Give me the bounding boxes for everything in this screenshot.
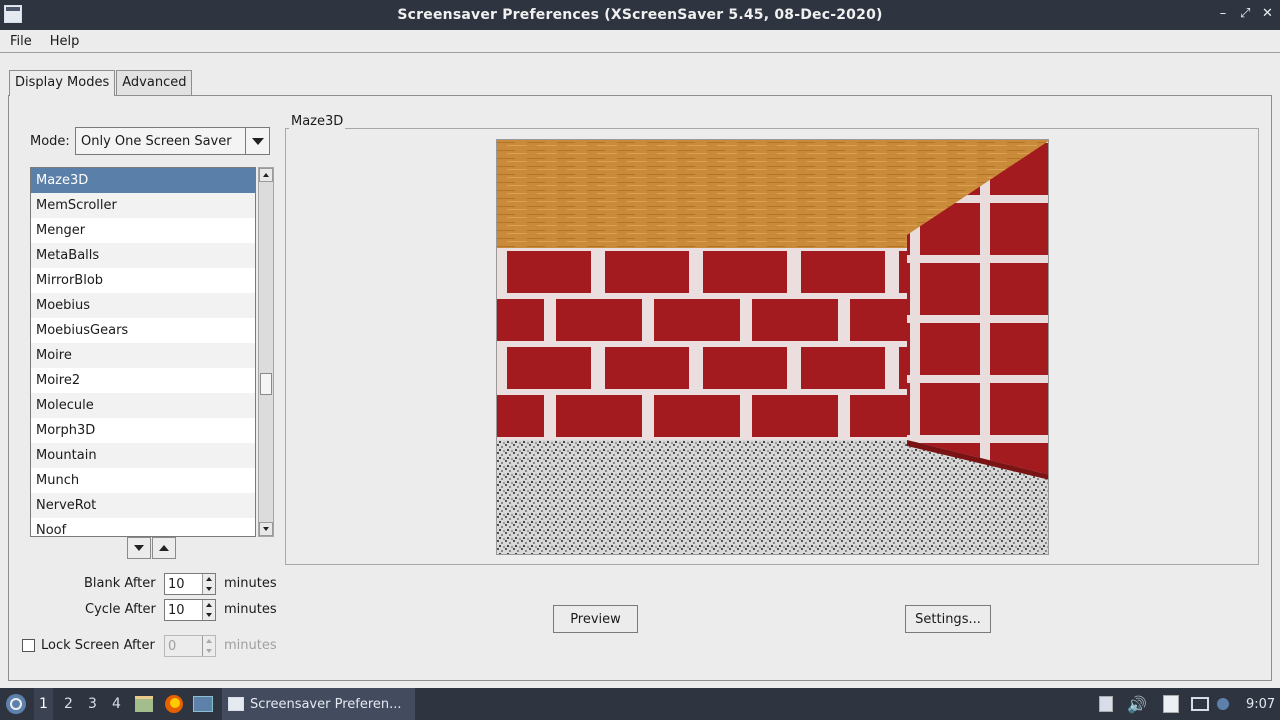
preview-button[interactable]: Preview (553, 605, 638, 633)
preview-frame-title: Maze3D (289, 114, 346, 129)
screensaver-list[interactable]: Maze3D MemScroller Menger MetaBalls MirrorBl… (30, 167, 256, 537)
decrement-icon[interactable] (203, 584, 215, 594)
taskbar-task-screensaver[interactable]: Screensaver Preferen... (222, 688, 415, 720)
decrement-icon[interactable] (203, 610, 215, 620)
previous-saver-button[interactable] (152, 537, 176, 559)
list-item[interactable]: Mountain (31, 443, 255, 468)
list-scrollbar[interactable] (258, 167, 274, 537)
list-item[interactable]: Munch (31, 468, 255, 493)
increment-icon (203, 636, 215, 646)
window-titlebar: Screensaver Preferences (XScreenSaver 5.… (0, 0, 1280, 30)
mode-label: Mode: (30, 134, 70, 149)
task-label: Screensaver Preferen... (250, 696, 402, 712)
blank-after-value[interactable]: 10 (168, 577, 185, 592)
network-icon[interactable] (1191, 688, 1209, 720)
menu-file[interactable]: File (10, 34, 32, 49)
workspace-1[interactable]: 1 (34, 688, 53, 720)
window-title: Screensaver Preferences (XScreenSaver 5.… (397, 7, 883, 23)
eject-icon[interactable] (1099, 688, 1113, 720)
taskbar: 1 2 3 4 Screensaver Preferen... 🔊 9:07 (0, 688, 1280, 720)
increment-icon[interactable] (203, 600, 215, 610)
settings-button[interactable]: Settings... (905, 605, 991, 633)
menu-help[interactable]: Help (50, 34, 80, 49)
list-item[interactable]: MemScroller (31, 193, 255, 218)
next-saver-button[interactable] (127, 537, 151, 559)
blank-after-unit: minutes (224, 576, 277, 591)
maze3d-preview-image (497, 140, 1048, 554)
list-item[interactable]: Maze3D (31, 168, 255, 193)
lock-screen-spinner: 0 (164, 635, 216, 657)
window-icon (228, 697, 244, 711)
lock-screen-unit: minutes (224, 638, 277, 653)
lock-screen-label[interactable]: Lock Screen After (41, 638, 155, 653)
notification-icon[interactable] (1217, 688, 1229, 720)
cycle-after-spinner[interactable]: 10 (164, 599, 216, 621)
lock-screen-value: 0 (168, 639, 177, 654)
minimize-icon[interactable]: – (1218, 6, 1228, 21)
list-item[interactable]: MoebiusGears (31, 318, 255, 343)
chevron-down-icon[interactable] (245, 128, 269, 154)
start-menu-icon[interactable] (5, 688, 27, 720)
screensaver-preview (496, 139, 1049, 555)
window-app-icon[interactable] (4, 5, 22, 23)
mode-dropdown[interactable]: Only One Screen Saver (75, 127, 270, 155)
list-item[interactable]: MetaBalls (31, 243, 255, 268)
clock[interactable]: 9:07 (1246, 688, 1275, 720)
list-item[interactable]: Menger (31, 218, 255, 243)
workspace-4[interactable]: 4 (112, 688, 121, 720)
list-item[interactable]: Molecule (31, 393, 255, 418)
menubar: File Help (0, 30, 1280, 53)
maximize-icon[interactable]: ⤢ (1240, 6, 1250, 21)
list-item[interactable]: Noof (31, 518, 255, 536)
arrow-down-icon (134, 545, 144, 551)
decrement-icon (203, 646, 215, 656)
list-item[interactable]: Morph3D (31, 418, 255, 443)
cycle-after-label: Cycle After (85, 602, 156, 617)
cycle-after-value[interactable]: 10 (168, 603, 185, 618)
scrollbar-thumb[interactable] (260, 373, 272, 395)
blank-after-spinner[interactable]: 10 (164, 573, 216, 595)
lock-screen-checkbox[interactable] (22, 639, 35, 652)
list-item[interactable]: Moire2 (31, 368, 255, 393)
file-manager-icon[interactable] (135, 688, 153, 720)
volume-icon[interactable]: 🔊 (1127, 688, 1147, 720)
tab-advanced[interactable]: Advanced (116, 70, 193, 95)
blank-after-label: Blank After (84, 576, 156, 591)
list-item[interactable]: Moebius (31, 293, 255, 318)
list-item[interactable]: NerveRot (31, 493, 255, 518)
workspace-3[interactable]: 3 (88, 688, 97, 720)
scroll-up-icon[interactable] (259, 168, 273, 182)
clipboard-icon[interactable] (1163, 688, 1179, 720)
scroll-down-icon[interactable] (259, 522, 273, 536)
increment-icon[interactable] (203, 574, 215, 584)
tab-display-modes[interactable]: Display Modes (9, 70, 116, 96)
desktop-icon[interactable] (193, 688, 213, 720)
list-item[interactable]: MirrorBlob (31, 268, 255, 293)
arrow-up-icon (159, 545, 169, 551)
mode-value: Only One Screen Saver (81, 133, 232, 149)
close-icon[interactable]: ✕ (1262, 6, 1273, 21)
list-item[interactable]: Moire (31, 343, 255, 368)
firefox-icon[interactable] (164, 688, 184, 720)
workspace-2[interactable]: 2 (64, 688, 73, 720)
cycle-after-unit: minutes (224, 602, 277, 617)
tab-bar: Display Modes Advanced (9, 70, 193, 96)
